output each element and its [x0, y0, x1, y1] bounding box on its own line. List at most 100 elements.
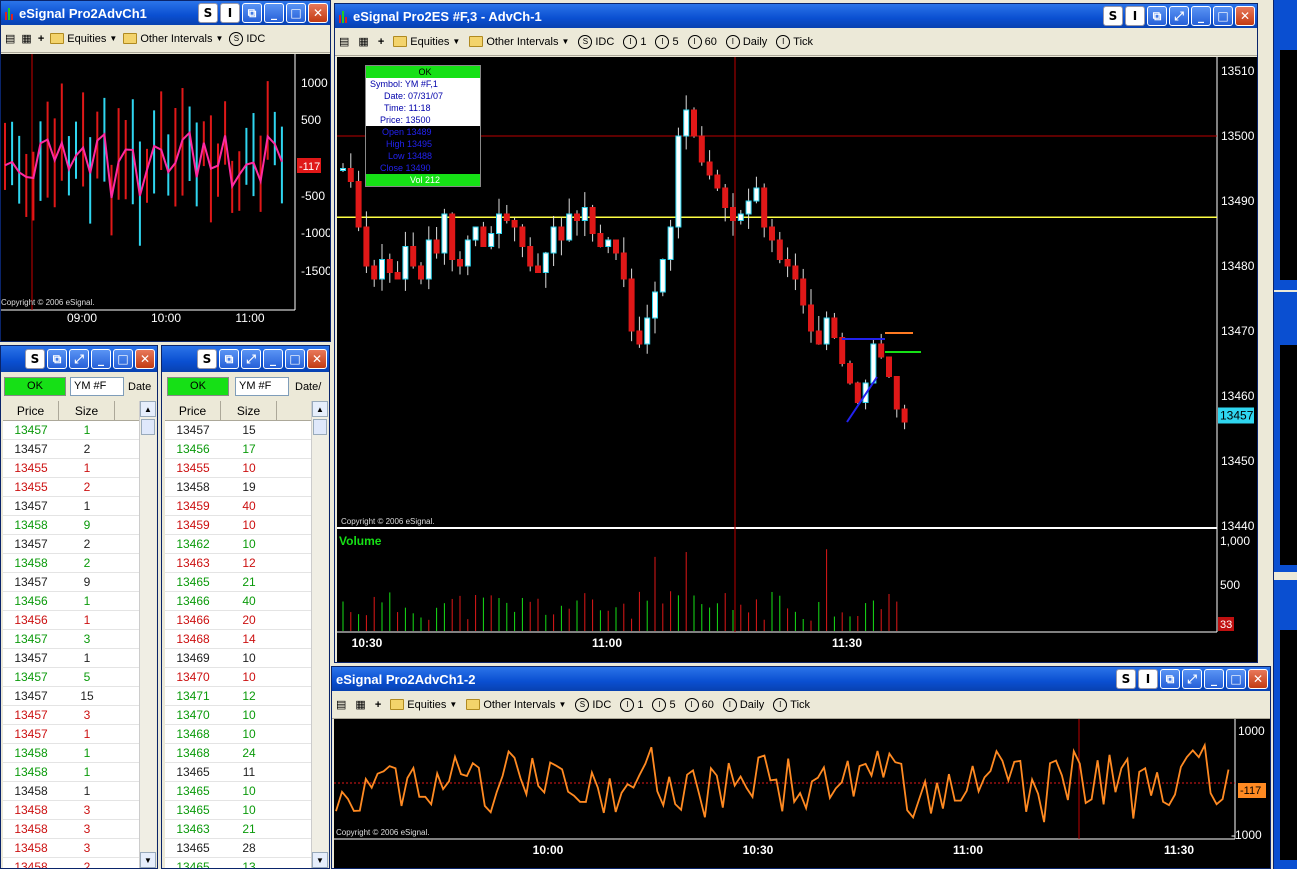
scroll-thumb[interactable]: [313, 419, 327, 435]
table-row[interactable]: 13468 10: [165, 725, 311, 744]
table-row[interactable]: 13466 40: [165, 592, 311, 611]
interval-60-button[interactable]: I 60: [684, 697, 714, 712]
link-icon[interactable]: ⧉: [219, 349, 239, 369]
table-row[interactable]: 13458 1: [3, 744, 139, 763]
add-icon[interactable]: +: [375, 699, 381, 711]
add-icon[interactable]: +: [38, 33, 44, 45]
interval-5-button[interactable]: I5: [655, 34, 679, 49]
link-icon[interactable]: ⧉: [1147, 6, 1167, 26]
minimize-button[interactable]: _: [1191, 6, 1211, 26]
price-column-header[interactable]: Price: [3, 401, 59, 420]
interval-1-button[interactable]: I1: [623, 34, 646, 49]
close-button[interactable]: ✕: [1248, 669, 1268, 689]
interval-1-button[interactable]: I1: [620, 697, 643, 712]
table-row[interactable]: 13457 1: [3, 421, 139, 440]
table-row[interactable]: 13463 12: [165, 554, 311, 573]
table-row[interactable]: 13455 1: [3, 459, 139, 478]
table-row[interactable]: 13468 14: [165, 630, 311, 649]
maximize-button[interactable]: □: [1226, 669, 1246, 689]
maximize-button[interactable]: □: [286, 3, 306, 23]
ts2-list[interactable]: Price Size 13457 15 13456 17 13455 10 13458 19 1…: [165, 401, 311, 868]
table-row[interactable]: 13458 1: [3, 763, 139, 782]
properties-icon[interactable]: ▦: [21, 32, 31, 45]
table-row[interactable]: 13457 1: [3, 725, 139, 744]
link-icon[interactable]: ⧉: [47, 349, 67, 369]
interval-60-button[interactable]: I 60: [687, 34, 717, 49]
table-row[interactable]: 13465 10: [165, 801, 311, 820]
link-toolbar-icon[interactable]: ▤: [5, 32, 15, 45]
ts1-scrollbar[interactable]: ▲ ▼: [139, 401, 156, 868]
ok-button[interactable]: OK: [4, 377, 66, 396]
other-intervals-menu[interactable]: Other Intervals ▼: [123, 33, 223, 45]
table-row[interactable]: 13458 1: [3, 782, 139, 801]
close-button[interactable]: ✕: [307, 349, 327, 369]
properties-icon[interactable]: ▦: [358, 35, 368, 48]
close-button[interactable]: ✕: [308, 3, 328, 23]
properties-icon[interactable]: ▦: [355, 698, 365, 711]
minimize-button[interactable]: _: [263, 349, 283, 369]
idc-button[interactable]: S IDC: [578, 34, 614, 49]
minimize-button[interactable]: _: [264, 3, 284, 23]
equities-menu[interactable]: Equities ▼: [390, 699, 457, 711]
ts2-scrollbar[interactable]: ▲ ▼: [311, 401, 328, 868]
daily-button[interactable]: I Daily: [722, 697, 764, 712]
sync-icon[interactable]: S: [1116, 669, 1136, 689]
table-row[interactable]: 13458 3: [3, 801, 139, 820]
scroll-thumb[interactable]: [141, 419, 155, 435]
table-row[interactable]: 13456 1: [3, 611, 139, 630]
table-row[interactable]: 13470 10: [165, 706, 311, 725]
table-row[interactable]: 13462 10: [165, 535, 311, 554]
table-row[interactable]: 13457 15: [3, 687, 139, 706]
table-row[interactable]: 13469 10: [165, 649, 311, 668]
table-row[interactable]: 13457 1: [3, 649, 139, 668]
table-row[interactable]: 13457 2: [3, 535, 139, 554]
equities-menu[interactable]: Equities ▼: [393, 36, 460, 48]
interval-icon[interactable]: I: [220, 3, 240, 23]
link-icon[interactable]: ⧉: [242, 3, 262, 23]
scroll-up-icon[interactable]: ▲: [140, 401, 156, 417]
equities-menu[interactable]: Equities ▼: [50, 33, 117, 45]
close-button[interactable]: ✕: [1235, 6, 1255, 26]
sync-icon[interactable]: S: [1103, 6, 1123, 26]
table-row[interactable]: 13457 1: [3, 497, 139, 516]
table-row[interactable]: 13458 3: [3, 839, 139, 858]
table-row[interactable]: 13459 40: [165, 497, 311, 516]
idc-button[interactable]: S IDC: [575, 697, 611, 712]
table-row[interactable]: 13455 2: [3, 478, 139, 497]
oscillator-chart-area[interactable]: 1000 -117 -1000 10:00 10:30 11:00 11:30 Copyrig…: [334, 719, 1270, 868]
sync-icon[interactable]: S: [197, 349, 217, 369]
tick-button[interactable]: I Tick: [776, 34, 813, 49]
table-row[interactable]: 13470 10: [165, 668, 311, 687]
table-row[interactable]: 13463 21: [165, 820, 311, 839]
sync-icon[interactable]: S: [198, 3, 218, 23]
maximize-button[interactable]: □: [285, 349, 305, 369]
interval-5-button[interactable]: I5: [652, 697, 676, 712]
table-row[interactable]: 13457 3: [3, 706, 139, 725]
table-row[interactable]: 13457 9: [3, 573, 139, 592]
symbol-input[interactable]: YM #F: [235, 377, 289, 396]
interval-icon[interactable]: I: [1125, 6, 1145, 26]
table-row[interactable]: 13465 10: [165, 782, 311, 801]
minimize-button[interactable]: _: [91, 349, 111, 369]
table-row[interactable]: 13458 19: [165, 478, 311, 497]
restore-icon[interactable]: ⤢: [1169, 6, 1189, 26]
sync-icon[interactable]: S: [25, 349, 45, 369]
scroll-down-icon[interactable]: ▼: [312, 852, 328, 868]
table-row[interactable]: 13457 3: [3, 630, 139, 649]
link-toolbar-icon[interactable]: ▤: [336, 698, 346, 711]
interval-icon[interactable]: I: [1138, 669, 1158, 689]
main-chart-area[interactable]: 13510 13500 13490 13480 13470 13460 13450 13440…: [337, 57, 1257, 662]
table-row[interactable]: 13465 13: [165, 858, 311, 868]
restore-icon[interactable]: ⤢: [241, 349, 261, 369]
close-button[interactable]: ✕: [135, 349, 155, 369]
table-row[interactable]: 13457 5: [3, 668, 139, 687]
size-column-header[interactable]: Size: [221, 401, 277, 420]
table-row[interactable]: 13458 2: [3, 554, 139, 573]
ts1-list[interactable]: Price Size 13457 1 13457 2 13455 1 13455 2 13457…: [3, 401, 139, 868]
restore-icon[interactable]: ⤢: [1182, 669, 1202, 689]
restore-icon[interactable]: ⤢: [69, 349, 89, 369]
daily-button[interactable]: I Daily: [725, 34, 767, 49]
scroll-down-icon[interactable]: ▼: [140, 852, 156, 868]
ok-button[interactable]: OK: [167, 377, 229, 396]
table-row[interactable]: 13456 1: [3, 592, 139, 611]
